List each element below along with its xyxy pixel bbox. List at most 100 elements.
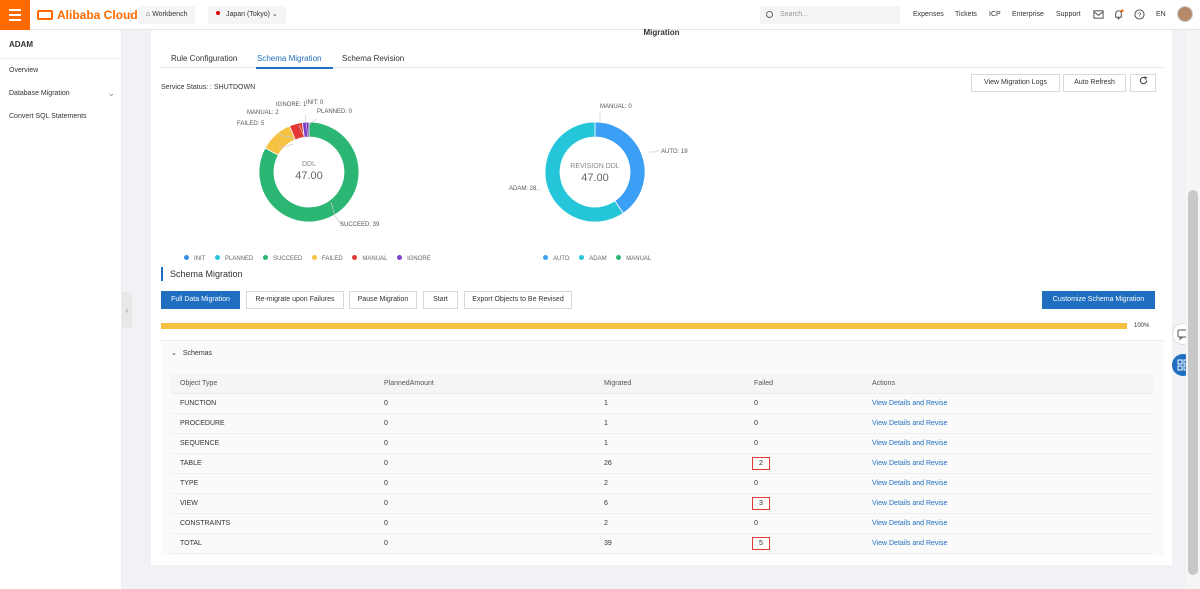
page-title: Migration [643, 28, 680, 37]
tab-rule-configuration[interactable]: Rule Configuration [171, 54, 237, 63]
legend-item-failed[interactable]: FAILED [312, 255, 343, 262]
failed-cell: 3 [752, 494, 770, 514]
object-type-cell: TOTAL [180, 540, 202, 547]
search-input[interactable]: Search... [760, 6, 900, 24]
region-selector[interactable]: Japan (Tokyo) ⌄ [208, 6, 286, 24]
remigrate-failures-button[interactable]: Re-migrate upon Failures [246, 291, 344, 309]
legend-item-planned[interactable]: PLANNED [215, 255, 253, 262]
view-details-revise-link[interactable]: View Details and Revise [872, 434, 947, 454]
migration-progress-bar [161, 323, 1127, 329]
sidebar-collapse-button[interactable]: ‹ [122, 292, 132, 328]
planned-amount-cell: 0 [384, 480, 388, 487]
japan-flag-icon [216, 11, 220, 15]
bell-icon[interactable] [1113, 9, 1124, 20]
failed-cell: 5 [752, 534, 770, 554]
ddl-legend: INIT PLANNED SUCCEED FAILED MANUAL IGNOR… [184, 255, 439, 262]
object-type-cell: CONSTRAINTS [180, 520, 231, 527]
object-type-cell: PROCEDURE [180, 420, 225, 427]
object-type-cell: VIEW [180, 500, 198, 507]
tab-schema-migration[interactable]: Schema Migration [257, 54, 321, 63]
full-data-migration-button[interactable]: Full Data Migration [161, 291, 240, 309]
tickets-link[interactable]: Tickets [955, 11, 977, 18]
planned-amount-cell: 0 [384, 520, 388, 527]
view-details-revise-link[interactable]: View Details and Revise [872, 534, 947, 554]
service-status: Service Status: : SHUTDOWN [161, 84, 256, 91]
planned-amount-cell: 0 [384, 500, 388, 507]
sidebar: ADAM Overview Database Migration ⌄ Conve… [0, 30, 122, 589]
progress-fill [161, 323, 1127, 329]
sidebar-item-overview[interactable]: Overview [9, 67, 38, 74]
view-details-revise-link[interactable]: View Details and Revise [872, 514, 947, 534]
enterprise-link[interactable]: Enterprise [1012, 11, 1044, 18]
legend-item-manual[interactable]: MANUAL [616, 255, 651, 262]
divider [0, 58, 122, 59]
object-type-cell: SEQUENCE [180, 440, 220, 447]
table-row: CONSTRAINTS 0 2 0 View Details and Revise [171, 514, 1153, 534]
schemas-toggle[interactable]: ⌄ Schemas [171, 349, 212, 357]
migrated-cell: 39 [604, 540, 612, 547]
icp-link[interactable]: ICP [989, 11, 1001, 18]
failed-cell: 0 [754, 520, 758, 527]
sidebar-item-convert-sql[interactable]: Convert SQL Statements [9, 113, 87, 120]
failed-cell: 0 [754, 440, 758, 447]
mail-icon[interactable] [1093, 9, 1104, 20]
vertical-scrollbar-thumb[interactable] [1188, 190, 1198, 575]
column-header: PlannedAmount [384, 380, 434, 387]
sidebar-title: ADAM [9, 40, 33, 49]
tab-schema-revision[interactable]: Schema Revision [342, 54, 404, 63]
view-migration-logs-button[interactable]: View Migration Logs [971, 74, 1060, 92]
chevron-down-icon: ⌄ [171, 350, 177, 357]
table-row: FUNCTION 0 1 0 View Details and Revise [171, 394, 1153, 414]
refresh-icon [1139, 76, 1147, 85]
view-details-revise-link[interactable]: View Details and Revise [872, 394, 947, 414]
table-row: SEQUENCE 0 1 0 View Details and Revise [171, 434, 1153, 454]
legend-item-ignore[interactable]: IGNORE [397, 255, 431, 262]
user-avatar[interactable] [1177, 6, 1193, 22]
pause-migration-button[interactable]: Pause Migration [349, 291, 417, 309]
view-details-revise-link[interactable]: View Details and Revise [872, 494, 947, 514]
expenses-link[interactable]: Expenses [913, 11, 944, 18]
help-icon[interactable]: ? [1134, 9, 1145, 20]
ddl-label-init: INIT: 0 [306, 100, 324, 106]
chevron-down-icon: ⌄ [107, 88, 115, 98]
support-link[interactable]: Support [1056, 11, 1081, 18]
planned-amount-cell: 0 [384, 540, 388, 547]
sidebar-item-database-migration[interactable]: Database Migration ⌄ [9, 88, 115, 98]
failed-cell: 0 [754, 420, 758, 427]
failed-highlight-box: 5 [752, 537, 770, 550]
legend-item-init[interactable]: INIT [184, 255, 205, 262]
revision-label-manual: MANUAL: 0 [600, 104, 632, 110]
chevron-left-icon: ‹ [125, 305, 129, 315]
top-navigation-bar: Alibaba Cloud ⌂ Workbench Japan (Tokyo) … [0, 0, 1200, 30]
refresh-button[interactable] [1130, 74, 1156, 92]
customize-schema-migration-button[interactable]: Customize Schema Migration [1042, 291, 1155, 309]
revision-legend: AUTO ADAM MANUAL [543, 255, 659, 262]
legend-item-adam[interactable]: ADAM [579, 255, 607, 262]
view-details-revise-link[interactable]: View Details and Revise [872, 414, 947, 434]
language-switcher[interactable]: EN [1156, 11, 1166, 18]
workbench-button[interactable]: ⌂ Workbench [138, 6, 196, 24]
column-header: Object Type [180, 380, 218, 387]
ddl-label-ignore: IGNORE: 1 [276, 102, 307, 108]
table-row: PROCEDURE 0 1 0 View Details and Revise [171, 414, 1153, 434]
legend-item-auto[interactable]: AUTO [543, 255, 570, 262]
legend-item-manual[interactable]: MANUAL [352, 255, 387, 262]
failed-highlight-box: 2 [752, 457, 770, 470]
hamburger-menu-button[interactable] [0, 0, 30, 30]
table-header-row: Object Type PlannedAmount Migrated Faile… [171, 374, 1153, 394]
object-type-cell: FUNCTION [180, 400, 217, 407]
alibaba-cloud-logo[interactable]: Alibaba Cloud [37, 8, 138, 22]
view-details-revise-link[interactable]: View Details and Revise [872, 454, 947, 474]
auto-refresh-button[interactable]: Auto Refresh [1063, 74, 1126, 92]
start-button[interactable]: Start [423, 291, 458, 309]
table-row: TABLE 0 26 2 View Details and Revise [171, 454, 1153, 474]
legend-item-succeed[interactable]: SUCCEED [263, 255, 302, 262]
view-details-revise-link[interactable]: View Details and Revise [872, 474, 947, 494]
ddl-label-succeed: SUCCEED: 39 [340, 222, 380, 228]
ddl-label-manual: MANUAL: 2 [247, 110, 279, 116]
migrated-cell: 1 [604, 420, 608, 427]
svg-text:?: ? [1138, 12, 1142, 19]
export-objects-button[interactable]: Export Objects to Be Revised [464, 291, 572, 309]
migrated-cell: 1 [604, 440, 608, 447]
revision-label-leaders [535, 112, 661, 191]
